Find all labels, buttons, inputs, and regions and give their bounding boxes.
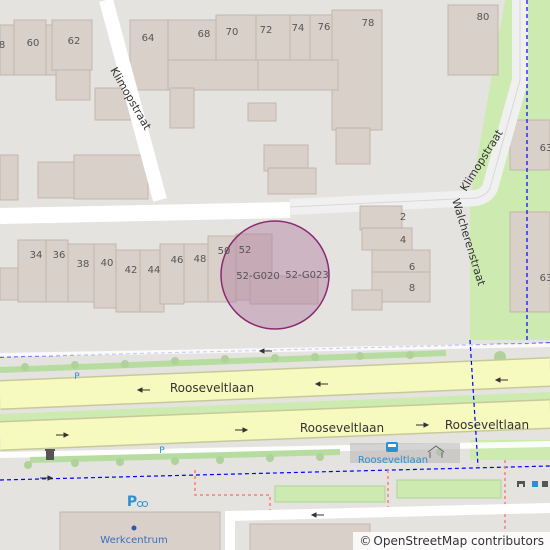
bus-stop-label: Rooseveltlaan — [358, 455, 428, 466]
house-number: 8 — [409, 283, 415, 294]
house-number: 52-G020 — [236, 271, 280, 282]
house-number: 44 — [148, 265, 161, 276]
house-number: 63 — [540, 273, 550, 284]
attribution-link[interactable]: OpenStreetMap contributors — [373, 534, 544, 548]
house-number: 36 — [53, 250, 66, 261]
house-number: 70 — [226, 27, 239, 38]
house-number: 50 — [218, 246, 231, 257]
map-attribution: © OpenStreetMap contributors — [353, 532, 550, 550]
map-canvas[interactable]: 8 60 62 64 68 70 72 74 76 78 80 34 36 38… — [0, 0, 550, 550]
house-number: 48 — [194, 254, 207, 265]
house-number: 8 — [0, 40, 5, 51]
house-number: 68 — [198, 29, 211, 40]
house-number: 80 — [477, 12, 490, 23]
house-number: 38 — [77, 259, 90, 270]
svg-text:P: P — [127, 494, 137, 510]
poi-label-werkcentrum: Werkcentrum — [100, 535, 167, 546]
road-white-west — [0, 202, 291, 224]
house-number: 60 — [27, 38, 40, 49]
street-label-rooseveltlaan-south: Rooseveltlaan — [300, 421, 384, 435]
house-number: 52 — [239, 245, 252, 256]
house-number: 64 — [142, 33, 155, 44]
parking-label: P — [74, 372, 80, 382]
house-number: 42 — [125, 265, 138, 276]
street-label-rooseveltlaan-east: Rooseveltlaan — [445, 418, 529, 432]
house-number: 74 — [292, 23, 305, 34]
house-number: 34 — [30, 250, 43, 261]
house-number: 63 — [540, 143, 550, 154]
house-number: 76 — [318, 22, 331, 33]
werkcentrum-icon — [131, 525, 137, 531]
house-number: 52-G023 — [285, 270, 329, 281]
house-number: 40 — [101, 258, 114, 269]
bus-stop-icon[interactable] — [386, 442, 398, 452]
parking-label: P — [159, 446, 165, 456]
house-number: 46 — [171, 255, 184, 266]
house-number: 62 — [68, 36, 81, 47]
house-number: 2 — [400, 212, 406, 223]
house-number: 6 — [409, 262, 415, 273]
copyright-symbol: © — [359, 534, 372, 548]
house-number: 72 — [260, 25, 273, 36]
street-label-rooseveltlaan-north: Rooseveltlaan — [170, 381, 254, 395]
waste-basket-icon[interactable] — [45, 449, 55, 460]
house-number: 78 — [362, 18, 375, 29]
house-number: 4 — [400, 235, 406, 246]
